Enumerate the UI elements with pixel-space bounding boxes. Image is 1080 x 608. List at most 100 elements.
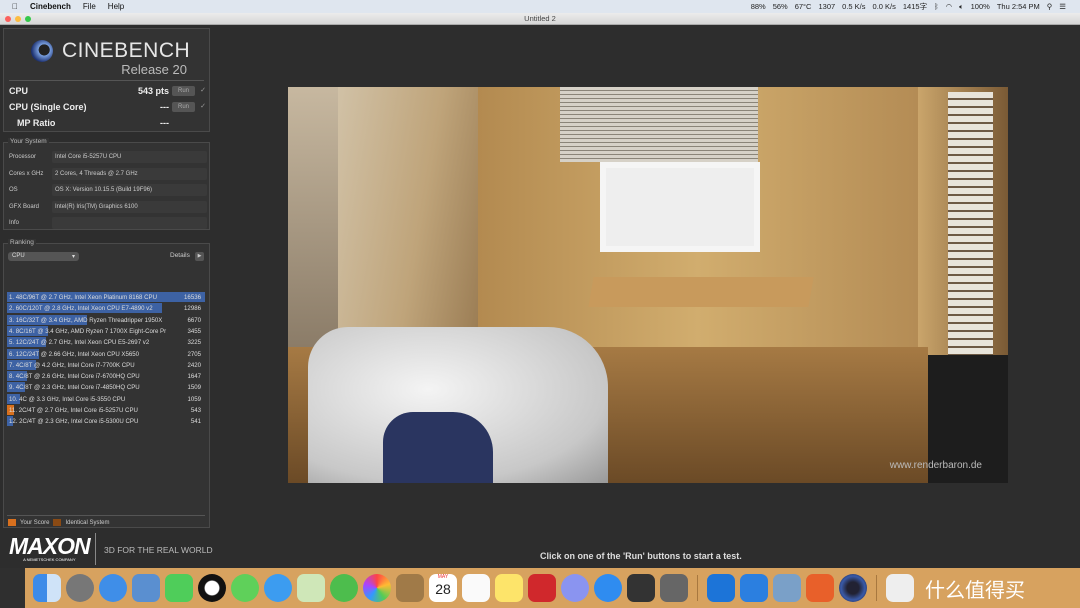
ranking-row[interactable]: 4. 8C/16T @ 3.4 GHz, AMD Ryzen 7 1700X E…	[7, 325, 205, 336]
minimize-button[interactable]	[15, 16, 21, 22]
facetime-icon[interactable]	[165, 574, 193, 602]
find-my-icon[interactable]	[330, 574, 358, 602]
ranking-name: 2. 60C/120T @ 2.8 GHz, Intel Xeon CPU E7…	[9, 305, 153, 313]
details-label: Details	[170, 252, 190, 259]
ranking-score: 1647	[187, 373, 201, 381]
photos-icon[interactable]	[363, 574, 391, 602]
cpu-single-check-icon[interactable]: ✓	[200, 102, 206, 110]
wechat-icon[interactable]	[231, 574, 259, 602]
notes-icon[interactable]	[495, 574, 523, 602]
apple-icon[interactable]: 	[12, 2, 18, 11]
ranking-select[interactable]: CPU ▾	[8, 252, 79, 261]
ranking-row[interactable]: 1. 48C/96T @ 2.7 GHz, Intel Xeon Platinu…	[7, 292, 205, 302]
ranking-row[interactable]: 8. 4C/8T @ 2.6 GHz, Intel Core i7-6700HQ…	[7, 371, 205, 382]
net-down[interactable]: 0.0 K/s	[873, 2, 896, 11]
bluetooth-icon[interactable]: ᛒ	[934, 2, 939, 11]
reminders-icon[interactable]	[462, 574, 490, 602]
net-up[interactable]: 0.5 K/s	[842, 2, 865, 11]
your-system-title: Your System	[8, 138, 49, 145]
contacts-icon[interactable]	[396, 574, 424, 602]
ranking-row[interactable]: 10. 4C @ 3.3 GHz, Intel Core i5-3550 CPU…	[7, 393, 205, 404]
menu-file[interactable]: File	[83, 2, 96, 11]
teamviewer-icon[interactable]	[707, 574, 735, 602]
fan-status[interactable]: 1307	[818, 2, 835, 11]
volume-icon[interactable]: 🔈︎	[959, 2, 964, 12]
battery-status[interactable]: 100%	[971, 2, 990, 11]
cinebench-dock-icon[interactable]	[839, 574, 867, 602]
system-value: Intel(R) Iris(TM) Graphics 6100	[52, 200, 207, 213]
render-viewport: www.renderbaron.de	[288, 87, 1008, 483]
clock[interactable]: Thu 2:54 PM	[997, 2, 1040, 11]
safari-icon[interactable]	[99, 574, 127, 602]
legend-identical-system: Identical System	[65, 519, 110, 526]
wifi-icon[interactable]: ◠	[946, 2, 953, 11]
cpu-single-label: CPU (Single Core)	[9, 102, 87, 112]
calendar-icon[interactable]: MAY 28	[429, 574, 457, 602]
messages-icon[interactable]	[264, 574, 292, 602]
istat-icon[interactable]	[627, 574, 655, 602]
close-button[interactable]	[5, 16, 11, 22]
maps-icon[interactable]	[297, 574, 325, 602]
ssd-status[interactable]: 56%	[773, 2, 788, 11]
details-button[interactable]: ▶	[195, 252, 204, 261]
netease-music-icon[interactable]	[528, 574, 556, 602]
ranking-score: 12986	[184, 305, 201, 313]
menu-app-name[interactable]: Cinebench	[30, 2, 71, 11]
ranking-row[interactable]: 7. 4C/8T @ 4.2 GHz, Intel Core i7-7700K …	[7, 359, 205, 370]
ranking-name: 12. 2C/4T @ 2.3 GHz, Intel Core i5-5300U…	[9, 418, 139, 426]
system-value: Intel Core i5-5257U CPU	[52, 151, 207, 163]
chevron-down-icon: ▾	[71, 254, 75, 260]
ranking-row[interactable]: 9. 4C/8T @ 2.3 GHz, Intel Core i7-4850HQ…	[7, 382, 205, 393]
ranking-score: 3455	[187, 327, 201, 335]
ranking-score: 2705	[187, 350, 201, 358]
word-count[interactable]: 1415字	[903, 1, 927, 12]
cpu-single-run-button[interactable]: Run	[172, 102, 195, 112]
calendar-day: 28	[435, 581, 451, 597]
dock: MAY 28 什么值得买	[25, 568, 1080, 608]
preview-icon[interactable]	[132, 574, 160, 602]
qq-icon[interactable]	[198, 574, 226, 602]
menu-bar:  Cinebench File Help 88% 56% 67°C 1307 …	[0, 0, 1080, 13]
ranking-row[interactable]: 3. 16C/32T @ 3.4 GHz, AMD Ryzen Threadri…	[7, 314, 205, 325]
cinebench-logo-icon	[31, 40, 53, 62]
launchpad-icon[interactable]	[66, 574, 94, 602]
notification-center-icon[interactable]: ☰	[1059, 2, 1066, 11]
cpu-check-icon[interactable]: ✓	[200, 86, 206, 94]
ranking-name: 8. 4C/8T @ 2.6 GHz, Intel Core i7-6700HQ…	[9, 373, 140, 381]
system-row-os: OS OS X: Version 10.15.5 (Build 19F96)	[9, 184, 207, 196]
zoom-button[interactable]	[25, 16, 31, 22]
ranking-name: 11. 2C/4T @ 2.7 GHz, Intel Core i5-5257U…	[9, 407, 138, 414]
sensor-status[interactable]: 67°C	[795, 2, 812, 11]
ranking-name: 5. 12C/24T @ 2.7 GHz, Intel Xeon CPU E5-…	[9, 339, 150, 347]
system-preferences-icon[interactable]	[660, 574, 688, 602]
ranking-row[interactable]: 12. 2C/4T @ 2.3 GHz, Intel Core i5-5300U…	[7, 416, 205, 427]
sogou-icon[interactable]	[806, 574, 834, 602]
ranking-row[interactable]: 2. 60C/120T @ 2.8 GHz, Intel Xeon CPU E7…	[7, 303, 205, 314]
ranking-row[interactable]: 5. 12C/24T @ 2.7 GHz, Intel Xeon CPU E5-…	[7, 337, 205, 348]
calendar-month: MAY	[437, 574, 449, 580]
cpu-run-button[interactable]: Run	[172, 86, 195, 96]
ranking-score: 541	[190, 418, 201, 426]
smzdm-watermark: 什么值得买	[925, 579, 1025, 602]
render-watermark: www.renderbaron.de	[889, 460, 982, 471]
system-key: Processor	[9, 154, 37, 160]
app-store-icon[interactable]	[594, 574, 622, 602]
mp-ratio-value: ---	[160, 118, 169, 128]
ranking-score: 1509	[187, 384, 201, 392]
cpu-label: CPU	[9, 86, 29, 96]
mem-status[interactable]: 88%	[751, 2, 766, 11]
feishu-icon[interactable]	[561, 574, 589, 602]
image-capture-icon[interactable]	[773, 574, 801, 602]
search-icon[interactable]: ⚲	[1047, 2, 1053, 11]
cloud-app-icon[interactable]	[740, 574, 768, 602]
ranking-select-value: CPU	[12, 253, 25, 259]
ranking-score: 2420	[187, 361, 201, 369]
ranking-name: 4. 8C/16T @ 3.4 GHz, AMD Ryzen 7 1700X E…	[9, 327, 167, 335]
ranking-row[interactable]: 6. 12C/24T @ 2.66 GHz, Intel Xeon CPU X5…	[7, 348, 205, 359]
status-text: Click on one of the 'Run' buttons to sta…	[540, 551, 742, 561]
system-value: 2 Cores, 4 Threads @ 2.7 GHz	[52, 167, 207, 180]
ranking-row[interactable]: 11. 2C/4T @ 2.7 GHz, Intel Core i5-5257U…	[7, 405, 205, 415]
menu-help[interactable]: Help	[108, 2, 124, 11]
downloads-stack-icon[interactable]	[886, 574, 914, 602]
finder-icon[interactable]	[33, 574, 61, 602]
